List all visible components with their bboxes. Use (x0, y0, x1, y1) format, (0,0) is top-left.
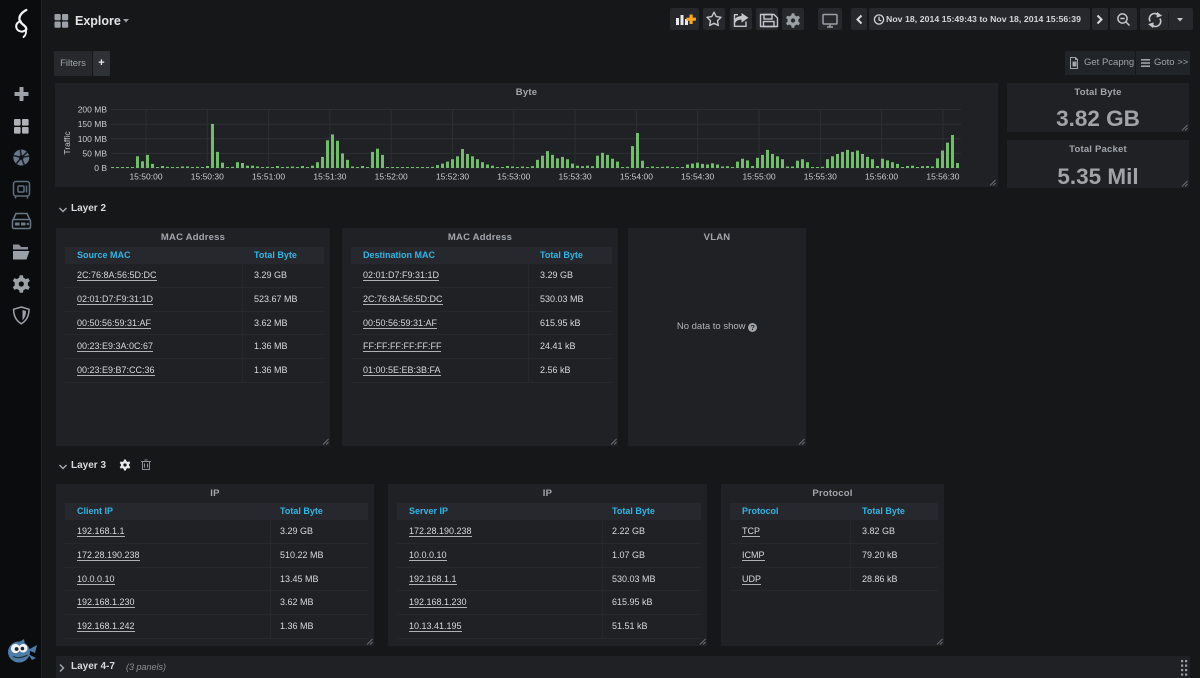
svg-text:15:52:30: 15:52:30 (436, 172, 469, 182)
svg-text:15:50:30: 15:50:30 (191, 172, 224, 182)
svg-text:15:52:00: 15:52:00 (375, 172, 408, 182)
svg-text:15:55:00: 15:55:00 (742, 172, 775, 182)
svg-text:0 B: 0 B (94, 163, 107, 173)
svg-text:Traffic: Traffic (62, 131, 72, 155)
svg-text:15:54:00: 15:54:00 (620, 172, 653, 182)
svg-text:15:50:00: 15:50:00 (129, 172, 162, 182)
svg-text:15:53:30: 15:53:30 (559, 172, 592, 182)
svg-text:100 MB: 100 MB (78, 134, 108, 144)
svg-text:15:56:30: 15:56:30 (926, 172, 959, 182)
svg-text:15:56:00: 15:56:00 (865, 172, 898, 182)
svg-text:150 MB: 150 MB (78, 119, 108, 129)
svg-text:15:51:00: 15:51:00 (252, 172, 285, 182)
svg-text:15:55:30: 15:55:30 (804, 172, 837, 182)
svg-text:15:51:30: 15:51:30 (313, 172, 346, 182)
svg-text:50 MB: 50 MB (82, 148, 107, 158)
svg-text:15:53:00: 15:53:00 (497, 172, 530, 182)
svg-text:15:54:30: 15:54:30 (681, 172, 714, 182)
svg-text:200 MB: 200 MB (78, 105, 108, 115)
